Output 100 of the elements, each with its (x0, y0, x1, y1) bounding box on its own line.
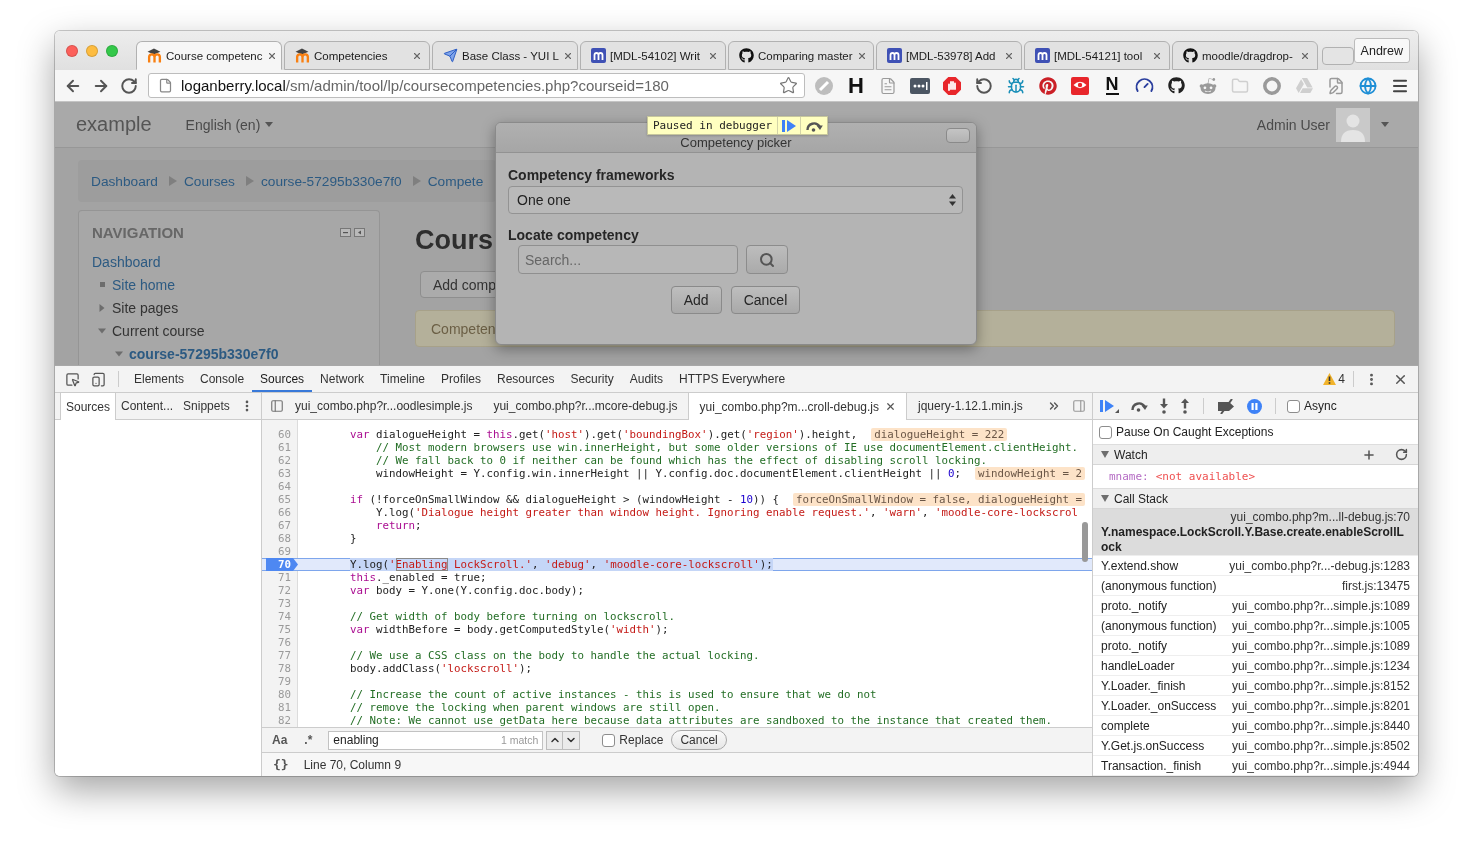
browser-tab[interactable]: Base Class - YUI L (432, 41, 578, 70)
profile-button[interactable]: Andrew (1353, 38, 1410, 63)
rotate-arrow-icon[interactable] (975, 76, 993, 95)
panel-tab[interactable]: Security (562, 366, 622, 392)
panel-tab[interactable]: Profiles (433, 366, 490, 392)
frame-location[interactable]: yui_combo.php?r...-debug.js:1283 (1229, 558, 1410, 574)
frame-location[interactable]: yui_combo.php?r...simple.js:1234 (1231, 658, 1410, 674)
close-icon[interactable] (1300, 50, 1310, 61)
section-header[interactable]: Call Stack (1093, 489, 1418, 509)
section-header[interactable]: Watch (1093, 445, 1418, 465)
language-menu[interactable]: English (en) (185, 116, 274, 133)
bug-icon[interactable] (1007, 76, 1025, 95)
reload-icon[interactable] (120, 76, 138, 95)
close-icon[interactable] (708, 50, 718, 61)
panel-tab[interactable]: Elements (126, 366, 193, 392)
close-icon[interactable] (562, 50, 573, 61)
pencil-paper-icon[interactable] (1327, 76, 1345, 95)
user-menu[interactable]: Admin User (1256, 107, 1389, 142)
close-icon[interactable] (1004, 50, 1014, 61)
frame-location[interactable]: yui_combo.php?r...simple.js:8502 (1231, 738, 1410, 754)
frame-location[interactable]: yui_combo.php?r...simple.js:1005 (1231, 618, 1410, 634)
frame-location[interactable]: yui_combo.php?r...simple.js:1089 (1231, 638, 1410, 654)
search-field[interactable]: Search... (518, 245, 738, 274)
browser-tab[interactable]: moodle/dragdrop- (1172, 41, 1318, 70)
watch-expression[interactable]: mname: (1109, 470, 1149, 483)
nav-item[interactable]: Site pages (112, 299, 179, 316)
file-tab[interactable]: yui_combo.php?m...croll-debug.js (687, 393, 907, 420)
file-tab[interactable]: yui_combo.php?r...oodlesimple.js (284, 393, 483, 419)
frame-location[interactable]: yui_combo.php?r...simple.js:8201 (1231, 698, 1410, 714)
navigator-tab[interactable]: Snippets (178, 393, 235, 419)
pause-exceptions-icon[interactable] (1247, 398, 1262, 414)
call-frame[interactable]: complete yui_combo.php?r...simple.js:8440 (1093, 716, 1418, 736)
browser-tab[interactable]: [MDL-54121] tool (1024, 41, 1170, 70)
deactivate-breakpoints-icon[interactable] (1217, 398, 1236, 414)
address-field[interactable]: loganberry.local/sm/admin/tool/lp/coursecompetencies.php?courseid=180 (148, 73, 805, 98)
match-case-button[interactable]: Aa (268, 733, 292, 747)
resume-icon[interactable] (1100, 399, 1119, 413)
call-frame[interactable]: Y.Loader._onSuccess yui_combo.php?r...simple.js:8201 (1093, 696, 1418, 716)
checkbox[interactable] (1099, 425, 1112, 439)
browser-tab[interactable]: Course competenc (136, 41, 282, 70)
warning-icon[interactable] (1323, 373, 1337, 385)
ring-icon[interactable] (1263, 76, 1281, 95)
checkbox[interactable] (1287, 399, 1300, 413)
search-button[interactable] (746, 245, 788, 274)
toggle-navigator-icon[interactable] (270, 399, 284, 413)
cancel-button[interactable]: Cancel (671, 730, 727, 750)
gauge-icon[interactable] (1134, 76, 1154, 95)
collapse-icon[interactable] (340, 227, 351, 237)
framework-select[interactable]: One one (508, 186, 963, 214)
nav-item[interactable]: Current course (112, 322, 205, 339)
browser-tab[interactable]: Competencies (284, 41, 430, 70)
call-frame[interactable]: Y.extend.show yui_combo.php?r...-debug.js:1283 (1093, 556, 1418, 576)
call-frame[interactable]: (anonymous function) first.js:13475 (1093, 576, 1418, 596)
frame-location[interactable]: yui_combo.php?m...ll-debug.js:70 (1101, 510, 1410, 525)
extension-button[interactable]: N (1105, 76, 1119, 95)
scrollbar-thumb[interactable] (1082, 522, 1088, 562)
next-match-button[interactable] (563, 730, 581, 750)
refresh-icon[interactable] (1395, 448, 1408, 461)
step-over-icon[interactable] (1130, 400, 1148, 412)
close-icon[interactable] (856, 50, 867, 61)
step-out-icon[interactable] (1180, 398, 1190, 414)
add-button[interactable]: Add (670, 286, 722, 314)
frame-location[interactable]: yui_combo.php?r...simple.js:8152 (1231, 678, 1410, 694)
warning-count[interactable]: 4 (1338, 372, 1345, 386)
dock-icon[interactable] (354, 227, 365, 237)
github-icon[interactable] (1167, 77, 1185, 94)
call-frame[interactable]: Y.Get.js.onSuccess yui_combo.php?r...simple.js:8502 (1093, 736, 1418, 756)
browser-tab[interactable]: Comparing master (728, 41, 874, 70)
window-maximize-button[interactable] (106, 44, 118, 57)
file-tab[interactable]: yui_combo.php?r...mcore-debug.js (482, 393, 688, 419)
caret-down-icon[interactable] (1101, 495, 1109, 502)
step-into-icon[interactable] (1159, 398, 1169, 414)
toggle-sidebar-icon[interactable] (1072, 399, 1086, 413)
frame-location[interactable]: first.js:13475 (1341, 578, 1410, 594)
bookmark-star-icon[interactable] (779, 76, 798, 95)
panel-tab[interactable]: Console (192, 366, 253, 392)
browser-tab[interactable]: [MDL-53978] Add (876, 41, 1022, 70)
device-mode-icon[interactable] (91, 371, 106, 387)
frame-location[interactable]: yui_combo.php?r...simple.js:8440 (1231, 718, 1410, 734)
close-icon[interactable] (1152, 50, 1162, 61)
browser-tab[interactable]: [MDL-54102] Writ (580, 41, 726, 70)
close-icon[interactable] (885, 401, 896, 412)
document-icon[interactable] (879, 76, 897, 95)
panel-tab[interactable]: Audits (621, 366, 672, 392)
stop-hand-icon[interactable] (943, 76, 961, 95)
close-icon[interactable] (266, 50, 277, 61)
extension-button[interactable]: H (848, 74, 864, 97)
file-tab[interactable]: jquery-1.12.1.min.js (907, 393, 1033, 419)
step-over-icon[interactable] (805, 119, 824, 132)
panel-tab[interactable]: Resources (489, 366, 563, 392)
pinterest-icon[interactable] (1039, 76, 1057, 95)
navigator-tab[interactable]: Content... (116, 393, 179, 419)
reddit-icon[interactable] (1199, 76, 1217, 95)
navigator-tab[interactable]: Sources (60, 393, 117, 420)
panel-tab[interactable]: Timeline (372, 366, 433, 392)
panel-tab[interactable]: HTTPS Everywhere (671, 366, 794, 392)
eye-icon[interactable] (1071, 76, 1089, 95)
checkbox[interactable] (602, 733, 616, 747)
frame-location[interactable]: yui_combo.php?r...simple.js:4944 (1231, 758, 1410, 774)
previous-match-button[interactable] (546, 730, 564, 750)
